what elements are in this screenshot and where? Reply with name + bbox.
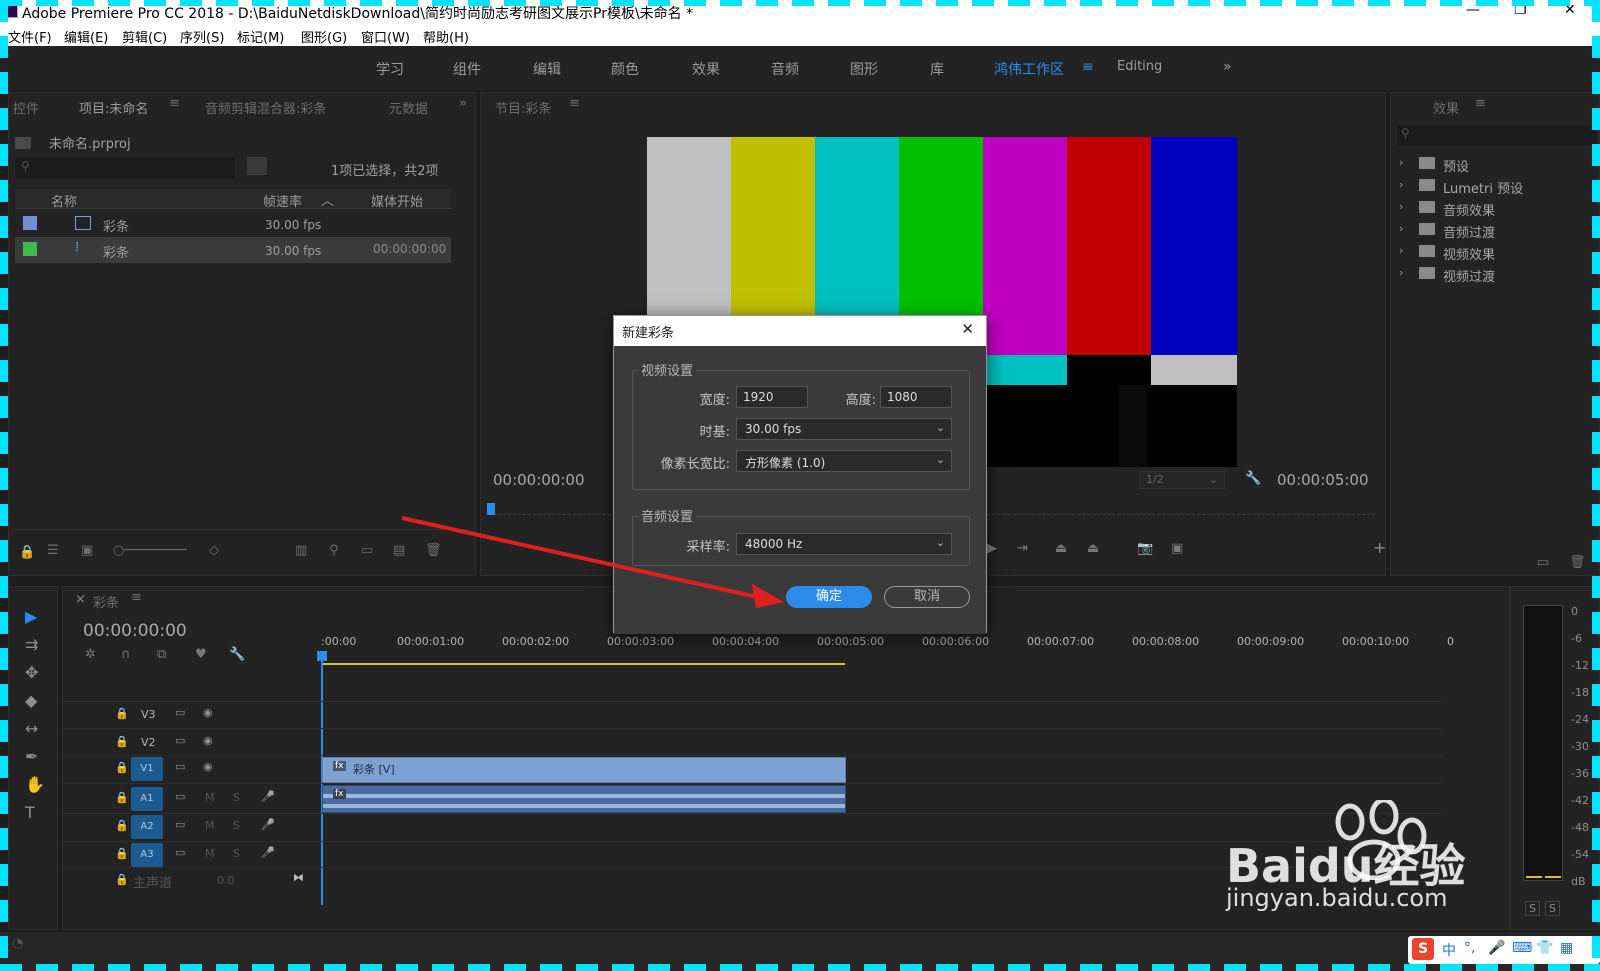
border-dash-left	[0, 0, 8, 971]
border-dash-bottom	[0, 964, 1600, 971]
sogou-s-icon: S	[1412, 938, 1434, 960]
status-icon: ◔	[12, 936, 24, 951]
arrow-shaft	[401, 516, 763, 600]
keyboard-icon[interactable]: ⌨	[1512, 940, 1532, 956]
skin-icon[interactable]: 👕	[1536, 940, 1553, 956]
ime-toolbar[interactable]: S 中 °, 🎤 ⌨ 👕 ▦	[1408, 936, 1600, 964]
voice-icon[interactable]: 🎤	[1488, 940, 1505, 956]
border-dash-right	[1592, 0, 1600, 971]
annotation-arrow	[401, 516, 784, 608]
ime-mode-label[interactable]: 中	[1442, 940, 1456, 960]
border-dash-top	[0, 0, 1600, 6]
arrow-head	[752, 584, 784, 608]
punctuation-icon[interactable]: °,	[1464, 940, 1475, 956]
toolbox-icon[interactable]: ▦	[1560, 940, 1573, 956]
